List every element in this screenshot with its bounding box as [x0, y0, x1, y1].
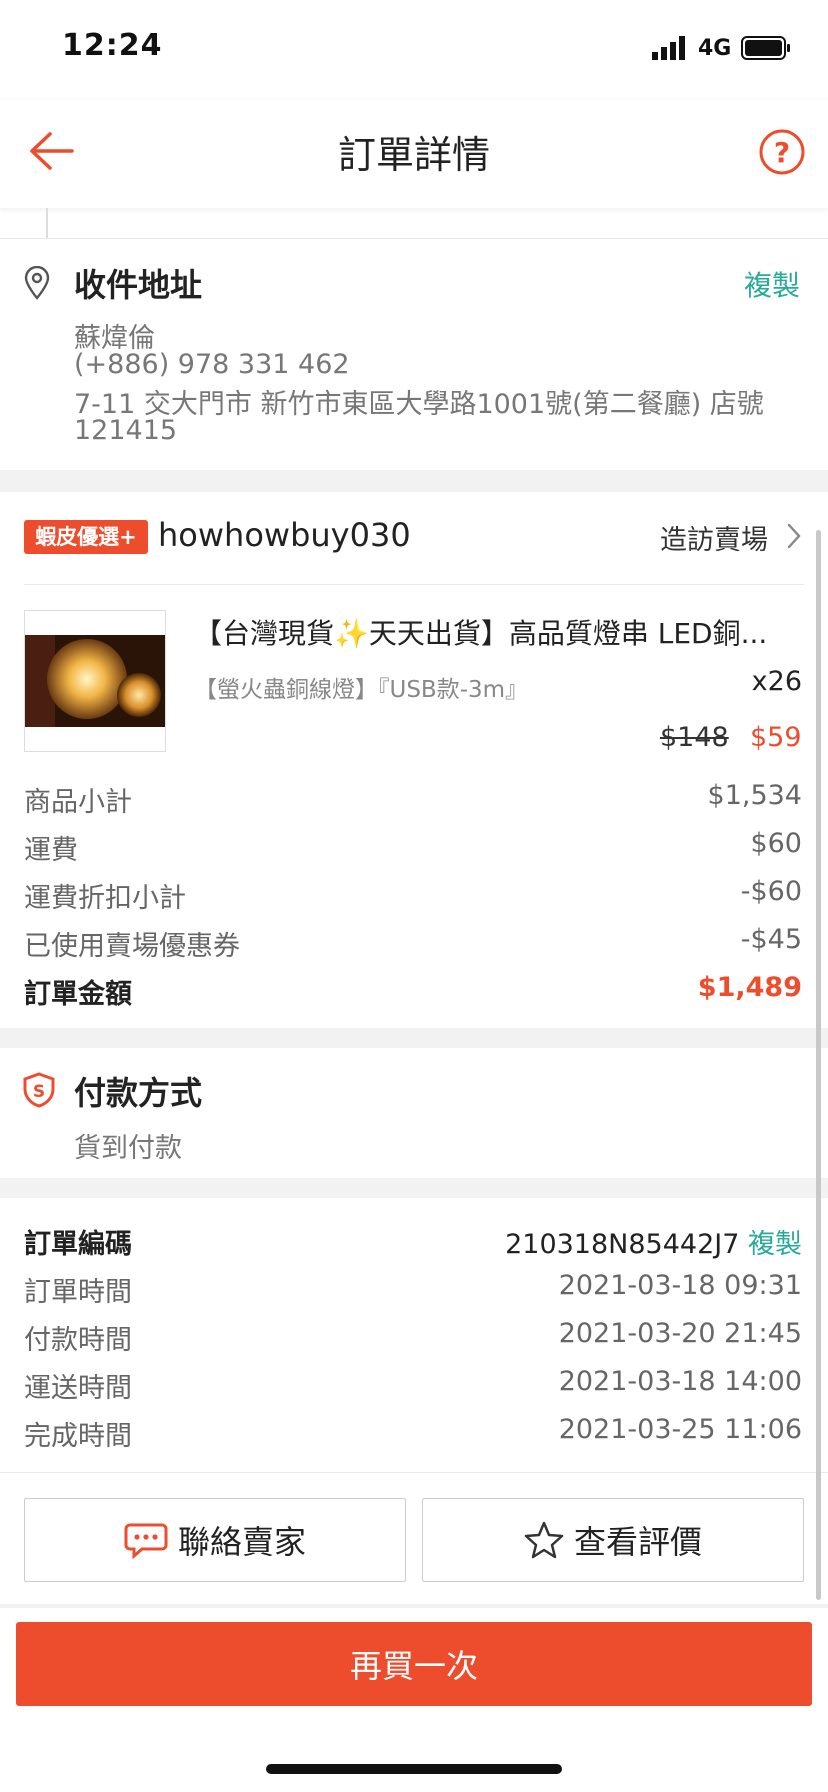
view-review-button[interactable]: 查看評價 [422, 1498, 804, 1582]
summary-value: $1,534 [707, 780, 802, 811]
location-pin-icon [24, 266, 50, 300]
time-label: 運送時間 [24, 1373, 132, 1404]
svg-text:?: ? [774, 136, 790, 169]
string-light-image [25, 635, 165, 727]
payment-method: 貨到付款 [74, 1133, 182, 1164]
view-review-label: 查看評價 [573, 1523, 702, 1561]
section-gap [0, 470, 828, 492]
time-value: 2021-03-20 21:45 [558, 1318, 802, 1349]
address-line-2: 121415 [74, 415, 178, 446]
preferred-badge: 蝦皮優選+ [24, 520, 148, 554]
summary-value: -$45 [740, 924, 802, 955]
signal-icon [652, 36, 685, 60]
summary-value: -$60 [740, 876, 802, 907]
contact-seller-button[interactable]: 聯絡賣家 [24, 1498, 406, 1582]
recipient-phone: (+886) 978 331 462 [74, 349, 350, 380]
help-icon[interactable]: ? [758, 128, 806, 176]
address-line-1: 7-11 交大門市 新竹市東區大學路1001號(第二餐廳) 店號 [74, 389, 764, 420]
time-value: 2021-03-25 11:06 [558, 1414, 802, 1445]
product-thumbnail[interactable] [24, 610, 166, 752]
chevron-right-icon[interactable] [784, 522, 804, 550]
visit-shop-button[interactable]: 造訪賣場 [660, 518, 768, 557]
address-copy-button[interactable]: 複製 [744, 264, 800, 304]
order-total-value: $1,489 [697, 972, 802, 1003]
star-icon [524, 1521, 564, 1559]
battery-icon [741, 36, 790, 60]
order-id-label: 訂單編碼 [24, 1229, 132, 1260]
product-variant: 【螢火蟲銅線燈】『USB款-3m』 [194, 677, 529, 703]
order-id-row: 210318N85442J7 複製 [505, 1222, 802, 1261]
contact-seller-label: 聯絡賣家 [177, 1523, 306, 1561]
summary-label: 運費折扣小計 [24, 883, 186, 914]
time-label: 訂單時間 [24, 1277, 132, 1308]
sale-price: $59 [750, 722, 802, 753]
section-gap [0, 1178, 828, 1198]
svg-text:S: S [33, 1082, 45, 1102]
time-label: 完成時間 [24, 1421, 132, 1452]
section-gap [0, 1604, 828, 1608]
shop-name[interactable]: howhowbuy030 [158, 516, 411, 554]
payment-title: 付款方式 [74, 1074, 203, 1112]
section-gap [0, 1028, 828, 1048]
order-id-value: 210318N85442J7 [505, 1229, 740, 1260]
divider [24, 584, 804, 585]
order-id-copy-button[interactable]: 複製 [748, 1229, 802, 1260]
buy-again-button[interactable]: 再買一次 [16, 1622, 812, 1706]
page-title: 訂單詳情 [337, 133, 490, 177]
network-type: 4G [698, 36, 732, 61]
summary-label: 商品小計 [24, 787, 132, 818]
summary-label: 已使用賣場優惠券 [24, 931, 240, 962]
status-time: 12:24 [62, 28, 163, 63]
order-total-label: 訂單金額 [24, 979, 132, 1010]
scrollbar[interactable] [816, 530, 821, 1600]
time-value: 2021-03-18 09:31 [558, 1270, 802, 1301]
original-price: $148 [660, 722, 729, 753]
divider [0, 1472, 828, 1473]
time-label: 付款時間 [24, 1325, 132, 1356]
product-quantity: x26 [751, 666, 802, 697]
divider [0, 238, 828, 239]
summary-value: $60 [750, 828, 802, 859]
product-name[interactable]: 【台灣現貨✨天天出貨】高品質燈串 LED銅... [194, 612, 804, 652]
home-indicator[interactable] [266, 1764, 562, 1774]
chat-icon [124, 1523, 168, 1559]
buy-again-label: 再買一次 [349, 1647, 478, 1685]
address-title: 收件地址 [74, 266, 203, 304]
summary-label: 運費 [24, 835, 78, 866]
shield-icon: S [23, 1072, 55, 1108]
timeline-line [46, 208, 48, 238]
time-value: 2021-03-18 14:00 [558, 1366, 802, 1397]
